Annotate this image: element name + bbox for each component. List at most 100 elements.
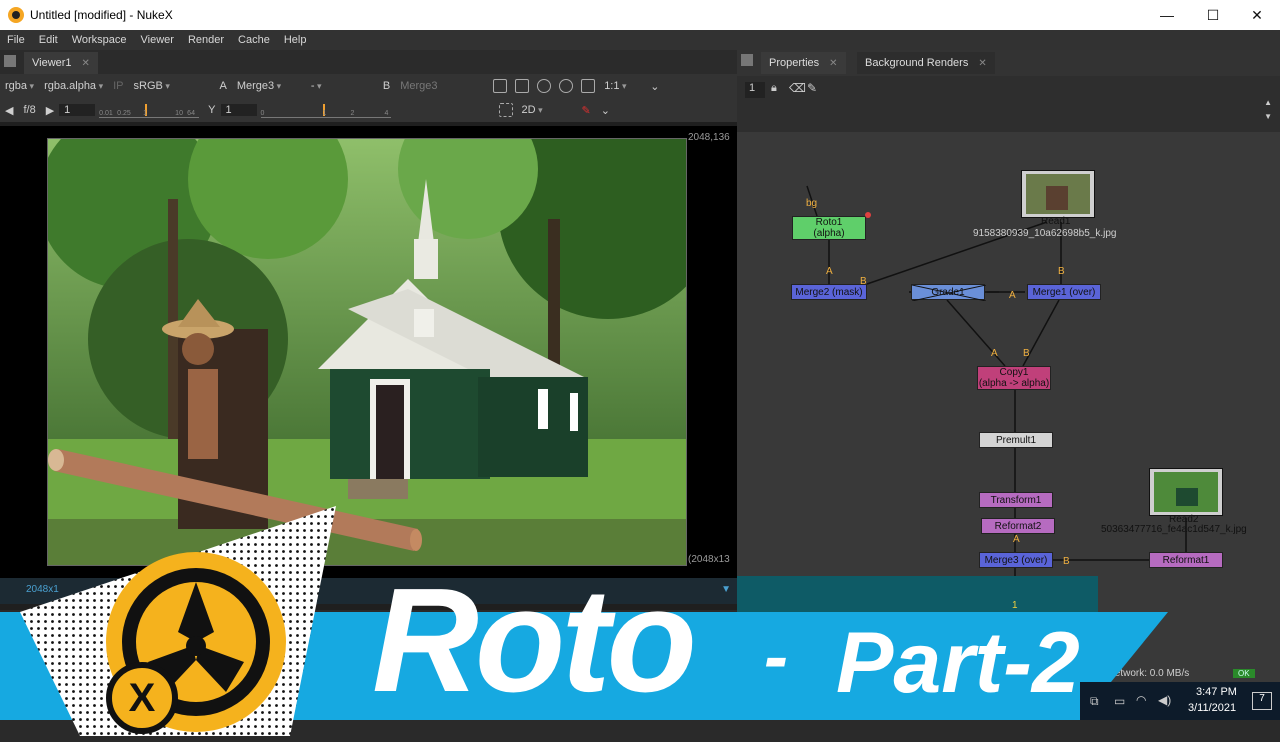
pause-icon[interactable]: [581, 79, 596, 93]
pin-b-label: B: [1023, 348, 1030, 359]
notification-icon[interactable]: 7: [1252, 692, 1272, 710]
clock-time[interactable]: 3:47 PM: [1196, 686, 1237, 698]
scroll-down-icon[interactable]: ▼: [1264, 112, 1272, 121]
window-title: Untitled [modified] - NukeX: [30, 8, 173, 22]
menu-viewer[interactable]: Viewer: [134, 34, 181, 46]
node-reformat2[interactable]: Reformat2: [981, 518, 1055, 534]
clear-panels-icon[interactable]: ⌫: [789, 81, 806, 95]
menu-workspace[interactable]: Workspace: [65, 34, 134, 46]
tray-up-icon[interactable]: ⧉: [1090, 694, 1099, 709]
battery-icon[interactable]: ▭: [1114, 694, 1125, 708]
tab-viewer1[interactable]: Viewer1 ✕: [24, 52, 98, 74]
node-roto1[interactable]: Roto1 (alpha): [792, 216, 866, 240]
gain-tick: 0.01: [99, 110, 113, 117]
maximize-button[interactable]: ☐: [1190, 0, 1236, 30]
roi-icon[interactable]: [498, 103, 513, 117]
pin-a-label: A: [991, 348, 998, 359]
node-read1[interactable]: [1021, 170, 1095, 218]
node-grade1[interactable]: Grade1: [911, 284, 986, 301]
pin-a-label: A: [1009, 290, 1016, 301]
tab-properties[interactable]: Properties ✕: [761, 52, 846, 74]
gamma-tick: 0: [260, 110, 265, 117]
expand-icon[interactable]: ▼: [721, 584, 731, 595]
minimize-button[interactable]: —: [1144, 0, 1190, 30]
view-mode-dropdown[interactable]: 2D: [517, 104, 577, 116]
menu-file[interactable]: File: [0, 34, 32, 46]
lock-icon[interactable]: 🔒︎: [771, 82, 777, 95]
tab-properties-label: Properties: [769, 57, 820, 69]
nukex-badge: X: [106, 662, 178, 734]
node-read2[interactable]: [1149, 468, 1223, 516]
volume-icon[interactable]: ◀): [1158, 693, 1171, 707]
prev-fstop-icon[interactable]: ◀: [0, 104, 18, 117]
gamma-label: Y: [208, 104, 216, 116]
node-read1-label: Read1: [1041, 216, 1071, 227]
input-a-label: A: [219, 80, 227, 92]
menu-bar: File Edit Workspace Viewer Render Cache …: [0, 30, 1280, 50]
node-disabled-cross: [912, 285, 986, 301]
panel-menu-icon[interactable]: [4, 55, 16, 67]
input-a-dropdown[interactable]: Merge3: [232, 80, 306, 92]
clock-date[interactable]: 3/11/2021: [1188, 702, 1236, 714]
scroll-up-icon[interactable]: ▲: [1264, 98, 1272, 107]
gain-slider[interactable]: 0.01 0.25 1 10 64: [99, 102, 200, 118]
banner-part: Part-2: [836, 615, 1080, 711]
menu-cache[interactable]: Cache: [231, 34, 277, 46]
node-transform1[interactable]: Transform1: [979, 492, 1053, 508]
node-graph[interactable]: bg Roto1 (alpha) Read1 9158380939_10a626…: [737, 132, 1280, 692]
chevron-down-icon[interactable]: ⌄: [596, 104, 615, 117]
pencil-icon[interactable]: ✎: [577, 104, 596, 117]
gamma-slider[interactable]: 0 1 2 4: [260, 102, 391, 118]
menu-render[interactable]: Render: [181, 34, 231, 46]
chevron-down-icon[interactable]: ⌄: [645, 80, 664, 93]
menu-help[interactable]: Help: [277, 34, 314, 46]
tab-background-renders[interactable]: Background Renders ✕: [857, 52, 995, 74]
alpha-channel-dropdown[interactable]: rgba.alpha: [39, 80, 108, 92]
read2-thumbnail: [1154, 472, 1218, 512]
node-copy1[interactable]: Copy1 (alpha -> alpha): [977, 366, 1051, 390]
close-button[interactable]: ✕: [1234, 0, 1280, 30]
close-tab-icon[interactable]: ✕: [82, 58, 90, 69]
gear-icon[interactable]: [559, 79, 574, 93]
window-titlebar: Untitled [modified] - NukeX — ☐ ✕: [0, 0, 1280, 30]
input-b-label: B: [382, 80, 391, 92]
input-b-dropdown[interactable]: Merge3: [395, 80, 489, 92]
wipe-dropdown[interactable]: -: [306, 80, 378, 92]
list-icon[interactable]: [515, 79, 530, 93]
pencil-icon[interactable]: ✎: [807, 81, 817, 95]
fstop-value: f/8: [23, 104, 36, 116]
pin-b-label: B: [1058, 266, 1065, 277]
pin-b-label: B: [860, 276, 867, 287]
wifi-icon[interactable]: ◠: [1136, 693, 1146, 707]
gain-tick: 1: [143, 110, 148, 117]
node-merge3[interactable]: Merge3 (over): [979, 552, 1053, 568]
zoom-dropdown[interactable]: 1:1: [599, 80, 645, 92]
gamma-input[interactable]: 1: [220, 104, 257, 116]
banner-dash: -: [764, 617, 788, 697]
nukex-app-icon: [8, 7, 24, 23]
gain-input[interactable]: 1: [59, 104, 96, 116]
ip-toggle[interactable]: IP: [108, 80, 128, 92]
pin-a-label: A: [826, 266, 833, 277]
channels-dropdown[interactable]: rgba: [0, 80, 39, 92]
panel-menu-icon[interactable]: [741, 54, 753, 66]
viewer-pin-label: 1: [1012, 600, 1018, 611]
close-tab-icon[interactable]: ✕: [978, 58, 986, 69]
max-panels-input[interactable]: 1: [745, 82, 765, 98]
lut-dropdown[interactable]: sRGB: [129, 80, 201, 92]
viewer-node-overlay: [737, 576, 1098, 616]
close-tab-icon[interactable]: ✕: [829, 58, 837, 69]
nukex-badge-letter: X: [128, 675, 156, 720]
properties-panel: Properties ✕ Background Renders ✕ 1 🔒︎ ⌫…: [737, 50, 1280, 132]
gain-tick: 0.25: [117, 110, 131, 117]
overlay-icon[interactable]: [493, 79, 508, 93]
node-premult1[interactable]: Premult1: [979, 432, 1053, 448]
menu-edit[interactable]: Edit: [32, 34, 65, 46]
node-merge2[interactable]: Merge2 (mask): [791, 284, 867, 300]
node-reformat1[interactable]: Reformat1: [1149, 552, 1223, 568]
play-gain-icon[interactable]: ▶: [41, 104, 59, 117]
node-merge1[interactable]: Merge1 (over): [1027, 284, 1101, 300]
gamma-tick: 4: [384, 110, 389, 117]
viewer-tab-row: Viewer1 ✕: [0, 50, 737, 74]
refresh-icon[interactable]: [537, 79, 552, 93]
